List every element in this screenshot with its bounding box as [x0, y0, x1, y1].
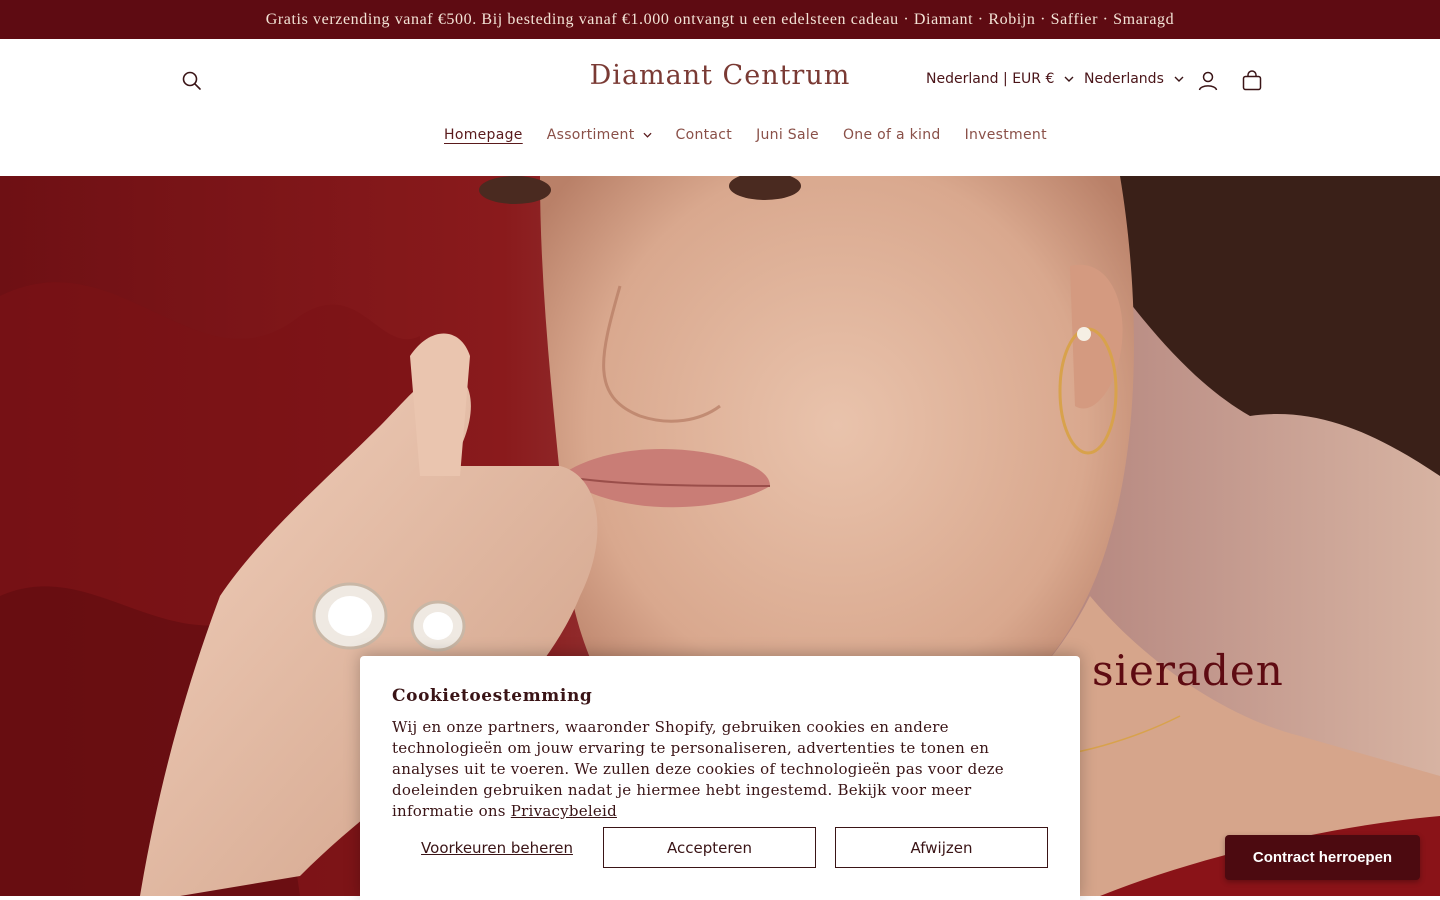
cookie-actions: Voorkeuren beheren Accepteren Afwijzen — [392, 827, 1048, 868]
chevron-down-icon — [642, 132, 652, 138]
announcement-text: Gratis verzending vanaf €500. Bij bested… — [265, 10, 1175, 28]
nav-item-homepage[interactable]: Homepage — [432, 127, 535, 143]
announcement-bar: Gratis verzending vanaf €500. Bij bested… — [0, 0, 1440, 39]
nav-item-assortiment[interactable]: Assortiment — [535, 127, 664, 143]
search-icon — [182, 71, 201, 90]
chevron-down-icon — [1064, 76, 1074, 82]
cookie-consent-banner: Cookietoestemming Wij en onze partners, … — [360, 656, 1080, 900]
nav-item-label: Juni Sale — [756, 127, 819, 143]
country-currency-selector[interactable]: Nederland | EUR € — [926, 71, 1074, 87]
revoke-consent-button[interactable]: Contract herroepen — [1225, 835, 1420, 880]
hero-heading: sieraden — [1092, 646, 1284, 695]
cart-button[interactable] — [1236, 65, 1268, 97]
nav-item-juni-sale[interactable]: Juni Sale — [744, 127, 831, 143]
account-button[interactable] — [1192, 65, 1224, 97]
language-selector[interactable]: Nederlands — [1084, 71, 1184, 87]
cookie-body: Wij en onze partners, waaronder Shopify,… — [392, 717, 1052, 822]
nav-item-label: Investment — [964, 127, 1047, 143]
site-header: Diamant Centrum Nederland | EUR € Nederl… — [0, 39, 1440, 176]
chevron-down-icon — [1174, 76, 1184, 82]
cookie-title: Cookietoestemming — [392, 686, 593, 706]
search-button[interactable] — [176, 65, 208, 97]
shopping-bag-icon — [1242, 70, 1262, 91]
site-logo[interactable]: Diamant Centrum — [540, 60, 900, 91]
user-icon — [1198, 71, 1218, 91]
nav-item-label: Homepage — [444, 127, 523, 143]
main-navigation: Homepage Assortiment Contact Juni Sale O… — [432, 125, 1059, 145]
nav-item-label: One of a kind — [842, 127, 941, 143]
accept-button[interactable]: Accepteren — [603, 827, 816, 868]
country-selector-label: Nederland | EUR € — [926, 71, 1055, 87]
manage-preferences-button[interactable]: Voorkeuren beheren — [392, 827, 602, 868]
nav-item-label: Assortiment — [546, 127, 635, 143]
nav-item-label: Contact — [675, 127, 733, 143]
language-selector-label: Nederlands — [1084, 71, 1164, 87]
decline-button[interactable]: Afwijzen — [835, 827, 1048, 868]
nav-item-contact[interactable]: Contact — [664, 127, 745, 143]
cookie-body-text: Wij en onze partners, waaronder Shopify,… — [392, 718, 1004, 820]
nav-item-one-of-a-kind[interactable]: One of a kind — [831, 127, 953, 143]
nav-item-investment[interactable]: Investment — [953, 127, 1059, 143]
privacy-policy-link[interactable]: Privacybeleid — [511, 802, 617, 820]
